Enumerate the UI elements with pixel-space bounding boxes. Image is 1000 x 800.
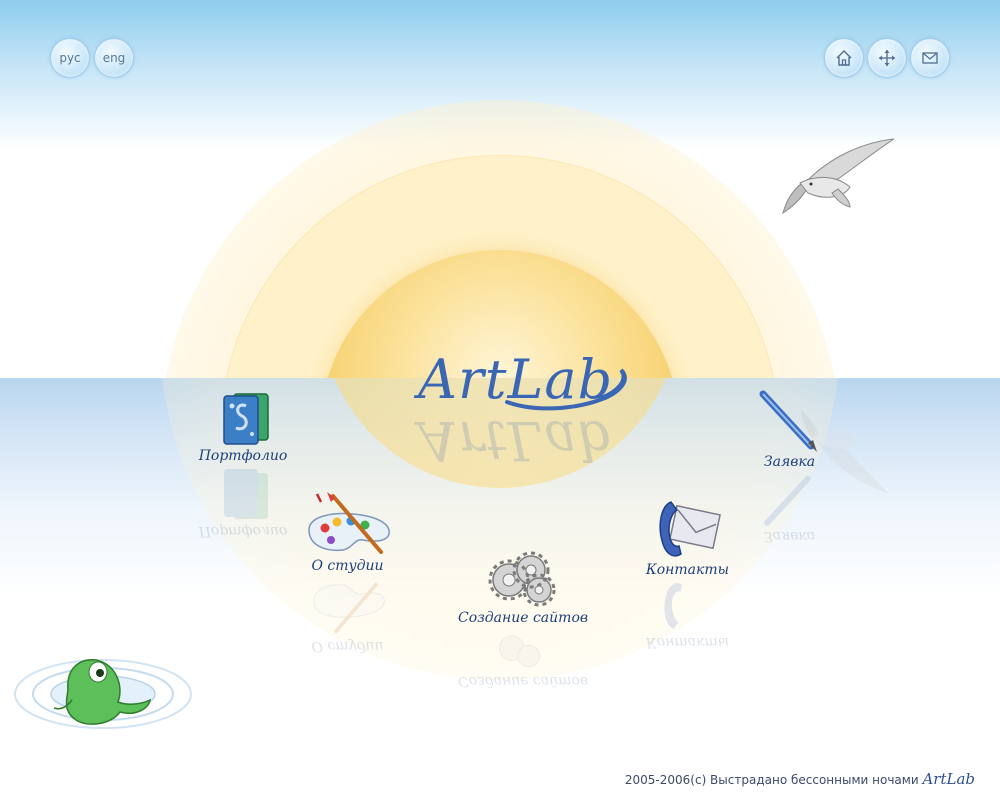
nav-web-development[interactable]: Создание сайтов xyxy=(458,548,589,626)
phone-mail-icon xyxy=(659,501,721,557)
footer: 2005-2006(c) Выстрадано бессонными ночам… xyxy=(625,770,975,788)
nav-order-label: Заявка xyxy=(763,454,816,470)
language-switcher: рус eng xyxy=(50,38,134,78)
palette-icon xyxy=(307,492,390,554)
gears-icon xyxy=(488,551,555,607)
nav-web-development-label: Создание сайтов xyxy=(458,610,589,626)
lang-en-button[interactable]: eng xyxy=(94,38,134,78)
home-button[interactable] xyxy=(824,38,864,78)
seagull-icon xyxy=(782,138,895,215)
portfolio-icon xyxy=(223,393,269,445)
mail-button[interactable] xyxy=(910,38,950,78)
logo-reflection: ArtLab xyxy=(418,409,614,472)
move-icon xyxy=(879,50,895,66)
nav-order[interactable]: Заявка xyxy=(752,388,827,470)
nav-portfolio[interactable]: Портфолио xyxy=(198,390,288,464)
pen-icon xyxy=(759,390,817,452)
toolbar xyxy=(824,38,950,78)
nav-contacts-label: Контакты xyxy=(645,562,730,578)
fish-icon xyxy=(14,659,192,729)
nav-portfolio-label: Портфолио xyxy=(198,448,288,464)
nav-contacts[interactable]: Контакты xyxy=(640,496,735,578)
footer-brand[interactable]: ArtLab xyxy=(922,770,975,788)
footer-copyright: 2005-2006(c) Выстрадано бессонными ночам… xyxy=(624,773,919,787)
mail-icon xyxy=(922,52,938,64)
lang-ru-button[interactable]: рус xyxy=(50,38,90,78)
sitemap-button[interactable] xyxy=(867,38,907,78)
nav-about-label: О студии xyxy=(311,558,384,574)
nav-about[interactable]: О студии xyxy=(300,490,395,574)
home-icon xyxy=(836,50,852,66)
